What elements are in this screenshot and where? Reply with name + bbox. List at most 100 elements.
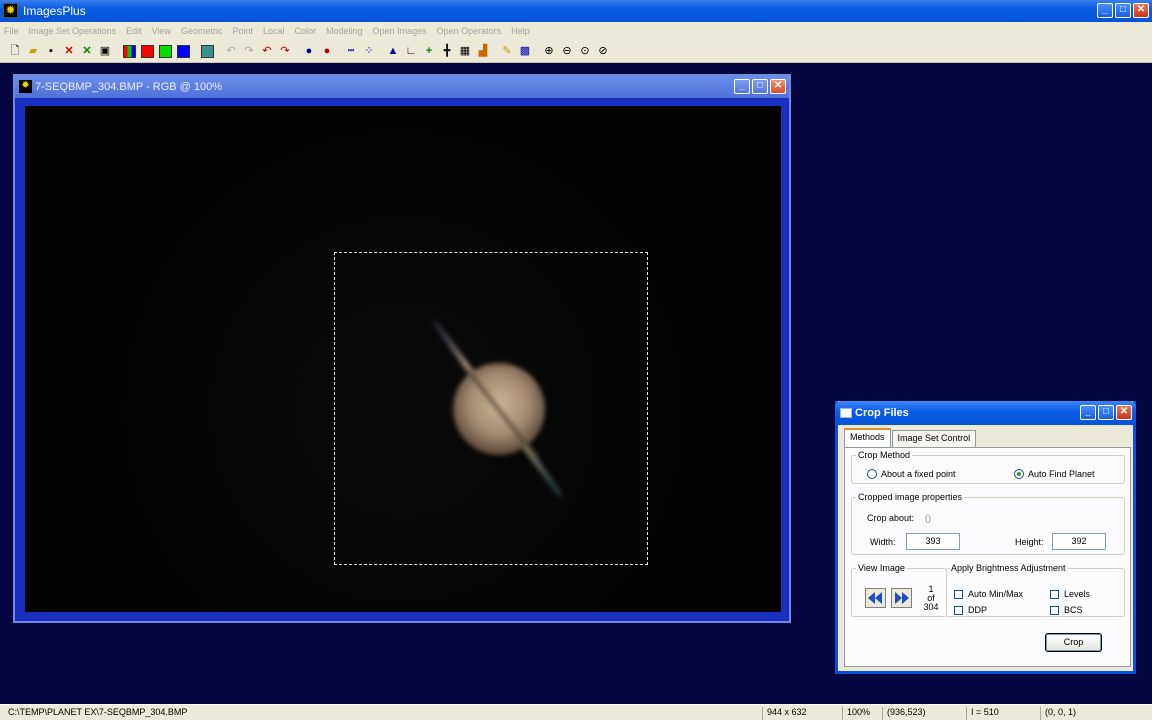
minimize-button[interactable]: _ — [1097, 3, 1113, 18]
picture-icon[interactable]: ▟ — [474, 42, 492, 60]
close-button[interactable]: ✕ — [770, 79, 786, 94]
close-button[interactable]: ✕ — [1116, 405, 1132, 420]
menu-local[interactable]: Local — [263, 26, 285, 36]
matrix-icon[interactable]: ▩ — [516, 42, 534, 60]
status-intensity: I = 510 — [966, 707, 999, 720]
scatter-icon[interactable]: ⁘ — [360, 42, 378, 60]
image-window[interactable]: ✹ 7-SEQBMP_304.BMP - RGB @ 100% _ □ ✕ — [13, 74, 791, 623]
levels-box[interactable] — [1050, 589, 1059, 599]
menu-file[interactable]: File — [4, 26, 19, 36]
menu-image-set-operations[interactable]: Image Set Operations — [29, 26, 117, 36]
maximize-button[interactable]: □ — [1098, 405, 1114, 420]
radio-auto-find-planet[interactable]: Auto Find Planet — [1014, 469, 1095, 479]
menu-open-images[interactable]: Open Images — [373, 26, 427, 36]
camera-icon[interactable]: ▣ — [96, 42, 114, 60]
ellipse-select-icon[interactable]: ● — [300, 42, 318, 60]
height-label: Height: — [1015, 537, 1044, 547]
green-channel-icon[interactable] — [156, 42, 174, 60]
minimize-button[interactable]: _ — [734, 79, 750, 94]
sun-icon[interactable]: ✹ — [19, 80, 32, 93]
crop-button[interactable]: Crop — [1045, 633, 1102, 652]
minimize-button[interactable]: _ — [1080, 405, 1096, 420]
redo-icon[interactable]: ↷ — [276, 42, 294, 60]
next-image-button[interactable] — [891, 588, 912, 608]
image-counter: 1 of 304 — [919, 585, 943, 612]
cropped-properties-legend: Cropped image properties — [858, 492, 963, 502]
crop-tabs: Methods Image Set Control — [844, 428, 977, 447]
new-file-icon[interactable]: 🗋 — [6, 42, 24, 60]
axis-icon[interactable]: ∟ — [402, 42, 420, 60]
radio-auto-find-planet-button[interactable] — [1014, 469, 1024, 479]
close-button[interactable]: ✕ — [1133, 3, 1149, 18]
crop-files-dialog: Crop Files _ □ ✕ Methods Image Set Contr… — [835, 401, 1136, 674]
height-field[interactable]: 392 — [1052, 533, 1106, 550]
undo-gray-icon[interactable]: ↶ — [222, 42, 240, 60]
bcs-box[interactable] — [1050, 605, 1059, 615]
menu-view[interactable]: View — [152, 26, 171, 36]
bcs-checkbox[interactable]: BCS — [1050, 605, 1083, 615]
levels-checkbox[interactable]: Levels — [1050, 589, 1090, 599]
crop-dialog-titlebar[interactable]: Crop Files _ □ ✕ — [835, 401, 1136, 425]
image-window-titlebar[interactable]: ✹ 7-SEQBMP_304.BMP - RGB @ 100% _ □ ✕ — [15, 76, 789, 98]
close-red-icon[interactable]: ✕ — [60, 42, 78, 60]
pencil-icon[interactable]: ✎ — [498, 42, 516, 60]
status-file-path: C:\TEMP\PLANET EX\7-SEQBMP_304.BMP — [8, 707, 188, 717]
image-window-title: 7-SEQBMP_304.BMP - RGB @ 100% — [35, 81, 223, 93]
image-window-controls: _ □ ✕ — [734, 79, 786, 94]
ddp-label: DDP — [968, 605, 988, 615]
width-field[interactable]: 393 — [906, 533, 960, 550]
menu-edit[interactable]: Edit — [126, 26, 142, 36]
menu-point[interactable]: Point — [232, 26, 253, 36]
methods-panel: Crop Method About a fixed point Auto Fin… — [844, 447, 1131, 667]
previous-image-button[interactable] — [865, 588, 886, 608]
status-cursor-position: (936,523) — [882, 707, 926, 720]
sun-icon[interactable]: ✹ — [3, 3, 18, 18]
radio-fixed-point-label: About a fixed point — [881, 469, 956, 479]
red-channel-icon[interactable] — [138, 42, 156, 60]
status-zoom: 100% — [842, 707, 870, 720]
maximize-button[interactable]: □ — [752, 79, 768, 94]
status-bar: C:\TEMP\PLANET EX\7-SEQBMP_304.BMP 944 x… — [0, 704, 1152, 720]
open-folder-icon[interactable]: ▰ — [24, 42, 42, 60]
zoom-fit-icon[interactable]: ⊙ — [576, 42, 594, 60]
toolbar: 🗋 ▰ ▪ ✕ ✕ ▣ ↶ ↷ ↶ ↷ ● ● ┅ ⁘ ▲ ∟ + ╋ ▦ ▟ … — [0, 40, 1152, 63]
auto-minmax-checkbox[interactable]: Auto Min/Max — [954, 589, 1023, 599]
dots-line-icon[interactable]: ┅ — [342, 42, 360, 60]
undo-icon[interactable]: ↶ — [258, 42, 276, 60]
crosshair-icon[interactable]: ╋ — [438, 42, 456, 60]
calculator-icon[interactable]: ▦ — [456, 42, 474, 60]
auto-minmax-box[interactable] — [954, 589, 963, 599]
menu-open-operators[interactable]: Open Operators — [437, 26, 502, 36]
zoom-out-icon[interactable]: ⊖ — [558, 42, 576, 60]
menu-geometric[interactable]: Geometric — [181, 26, 223, 36]
radio-auto-find-planet-label: Auto Find Planet — [1028, 469, 1095, 479]
ddp-box[interactable] — [954, 605, 963, 615]
radio-fixed-point[interactable]: About a fixed point — [867, 469, 956, 479]
tab-methods[interactable]: Methods — [844, 428, 891, 447]
plus-green-icon[interactable]: + — [420, 42, 438, 60]
image-canvas[interactable] — [25, 106, 781, 612]
triangle-icon[interactable]: ▲ — [384, 42, 402, 60]
menu-modeling[interactable]: Modeling — [326, 26, 363, 36]
close-green-icon[interactable]: ✕ — [78, 42, 96, 60]
menu-color[interactable]: Color — [295, 26, 317, 36]
menu-help[interactable]: Help — [511, 26, 530, 36]
radio-fixed-point-button[interactable] — [867, 469, 877, 479]
redo-gray-icon[interactable]: ↷ — [240, 42, 258, 60]
maximize-button[interactable]: □ — [1115, 3, 1131, 18]
rgb-channels-icon[interactable] — [120, 42, 138, 60]
window-icon — [840, 408, 852, 418]
rewind-icon — [868, 592, 882, 604]
brightness-legend: Apply Brightness Adjustment — [951, 563, 1066, 573]
tab-image-set-control[interactable]: Image Set Control — [891, 430, 977, 447]
ddp-checkbox[interactable]: DDP — [954, 605, 987, 615]
levels-label: Levels — [1064, 589, 1091, 599]
zoom-in-icon[interactable]: ⊕ — [540, 42, 558, 60]
width-label: Width: — [870, 537, 896, 547]
blue-channel-icon[interactable] — [174, 42, 192, 60]
crop-selection-rectangle[interactable] — [334, 252, 648, 565]
zoom-actual-icon[interactable]: ⊘ — [594, 42, 612, 60]
ellipse-red-icon[interactable]: ● — [318, 42, 336, 60]
grid-icon[interactable] — [198, 42, 216, 60]
save-icon[interactable]: ▪ — [42, 42, 60, 60]
